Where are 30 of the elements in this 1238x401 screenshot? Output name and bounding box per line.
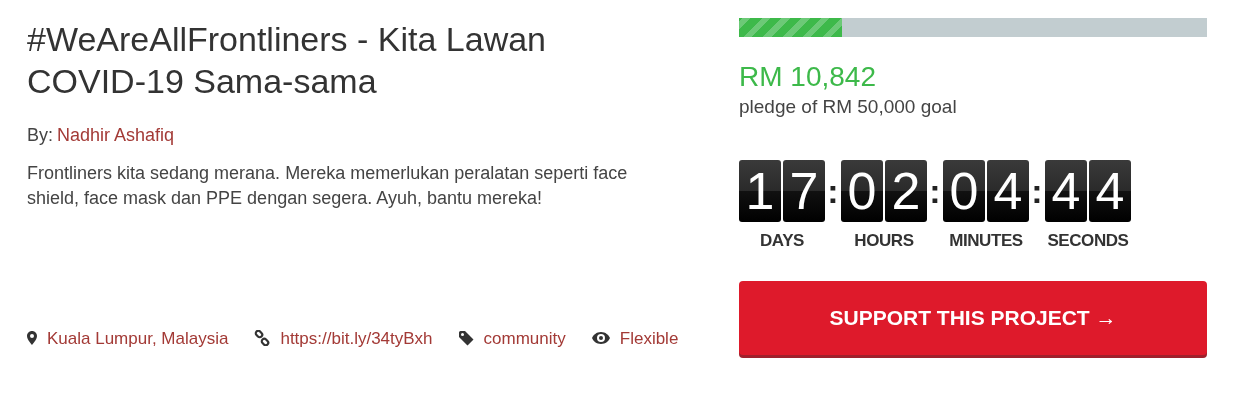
time-unit-label: MINUTES [949, 229, 1023, 252]
map-pin-icon [27, 331, 37, 346]
goal-text: pledge of RM 50,000 goal [739, 95, 958, 119]
link-icon [254, 330, 271, 347]
meta-link[interactable]: community [483, 325, 566, 351]
flip-digit: 4 [1045, 159, 1087, 222]
support-button[interactable]: SUPPORT THIS PROJECT → [739, 281, 1207, 355]
meta-link[interactable]: Kuala Lumpur, Malaysia [47, 325, 229, 351]
time-unit-label: SECONDS [1047, 229, 1129, 252]
eye-icon [591, 332, 610, 345]
project-description: Frontliners kita sedang merana. Mereka memerlukan peralatan seperti face shield, face mask dan PPE dengan segera. Ayuh, bantu mereka! [27, 162, 629, 210]
flip-digit: 7 [783, 159, 825, 222]
flip-digit: 1 [739, 159, 781, 222]
tag-icon [458, 330, 474, 346]
time-separator: : [928, 170, 942, 212]
flip-digit: 0 [841, 159, 883, 222]
time-separator: : [1030, 170, 1044, 212]
author-link[interactable]: Nadhir Ashafiq [57, 122, 175, 149]
flip-digit: 2 [885, 159, 927, 222]
flip-digit: 4 [987, 159, 1029, 222]
time-unit-label: DAYS [760, 229, 804, 252]
meta-link[interactable]: Flexible [619, 325, 679, 351]
flip-digit: 4 [1089, 159, 1131, 222]
byline-label: By: [27, 124, 53, 147]
meta-link[interactable]: https://bit.ly/34tyBxh [280, 325, 433, 351]
time-separator: : [826, 170, 840, 212]
time-unit-label: HOURS [854, 229, 914, 252]
project-title: #WeAreAllFrontliners - Kita Lawan COVID-19 Sama-sama [27, 19, 548, 102]
amount-raised: RM 10,842 [739, 61, 877, 93]
flip-digit: 0 [943, 159, 985, 222]
